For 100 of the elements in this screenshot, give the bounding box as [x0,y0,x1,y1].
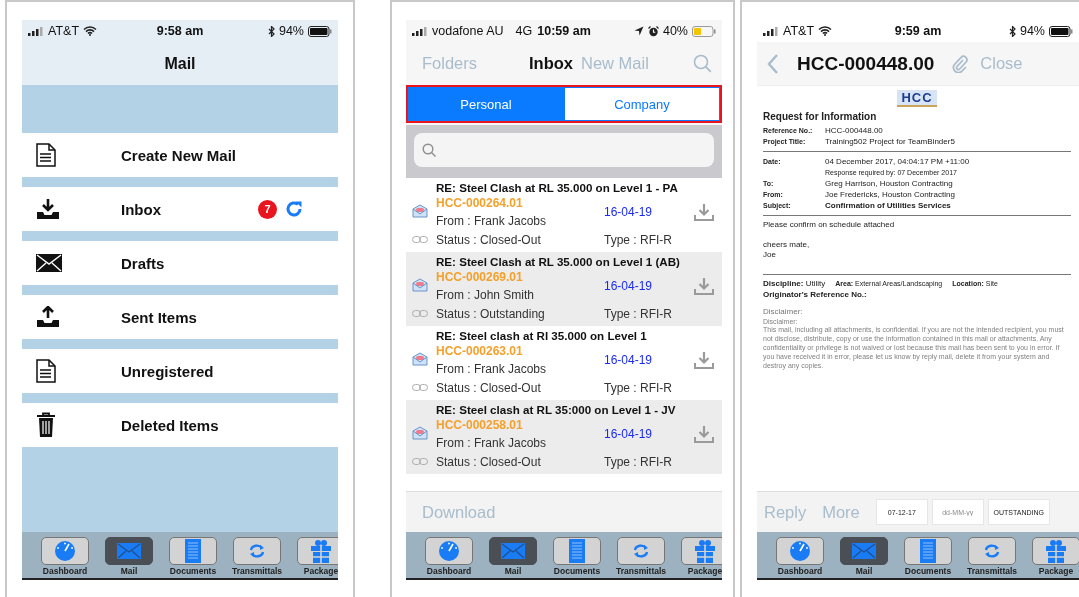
folder-item[interactable]: Deleted Items [22,403,338,447]
field-value: 04 December 2017, 04:04:17 PM +11:00 [825,156,970,167]
tab-button[interactable] [169,537,217,565]
status-text: Status : Closed-Out [436,454,542,469]
segment-tab[interactable]: Company [564,87,720,121]
tab-label: Mail [120,566,138,576]
message-subject: RE: Steel Clash at RL 35.000 on Level 1 (AB) [436,255,681,268]
clock-time: 9:58 am [156,24,204,38]
download-icon[interactable] [694,277,714,296]
message-subject: RE: Steel clash at Rl 35.000 on Level 1 [436,329,648,342]
tab-button[interactable] [617,537,665,565]
type-text: Type : RFI-R [604,306,673,321]
field-value: Confirmation of Utilities Services [825,200,951,211]
tab-button[interactable] [489,537,537,565]
tab-label: Documents [169,566,217,576]
company-logo: HCC [897,90,937,107]
tab-button[interactable] [425,537,473,565]
tab-button[interactable] [904,537,952,565]
sender-text: From : John Smith [436,288,536,303]
document-icon [569,539,585,563]
signal-icon [28,26,44,36]
message-date: 16-04-19 [604,427,654,442]
link-icon [412,310,428,317]
field-value: Training502 Project for TeamBinder5 [825,136,955,147]
tab-label: Dashboard [42,566,88,576]
open-envelope-icon [412,278,428,292]
message-date: 16-04-19 [604,279,654,294]
search-icon[interactable] [693,54,712,73]
folder-item[interactable]: Inbox 7 [22,187,338,231]
segment-tab[interactable]: Personal [408,87,564,121]
link-icon [412,384,428,391]
tab-label: Transmittals [615,566,667,576]
message-item[interactable]: RE: Steel Clash at RL 35.000 on Level 1 (AB) HCC-000269.01 16-04-19 From : John Smith Status : Outstanding Type : RFI-R [406,252,722,326]
clock-time: 10:59 am [537,24,591,38]
open-envelope-icon [412,426,428,440]
tab-label: Package [303,566,338,576]
folder-item[interactable]: Create New Mail [22,133,338,177]
tab-label: Dashboard [426,566,472,576]
tab-button[interactable] [968,537,1016,565]
back-chevron-icon[interactable] [767,53,779,74]
folder-name: Unregistered [121,362,214,380]
tab-button[interactable] [1032,537,1079,565]
carrier-name: AT&T [48,24,80,38]
download-icon[interactable] [694,351,714,370]
screen-title: Mail [164,54,196,73]
tab-button[interactable] [553,537,601,565]
disclaimer-heading: Disclaimer: [763,307,804,316]
tab-button[interactable] [681,537,722,565]
tab-button[interactable] [840,537,888,565]
paperclip-icon[interactable] [952,54,969,73]
folder-name: Inbox [121,200,161,218]
refresh-icon[interactable] [284,199,304,219]
tab-button[interactable] [41,537,89,565]
sender-text: From : Frank Jacobs [436,362,548,377]
tab-label: Mail [855,566,873,576]
screen-title: HCC-000448.00 [797,52,935,75]
folder-item[interactable]: Unregistered [22,349,338,393]
tab-label: Package [1038,566,1074,576]
signal-icon [763,26,779,36]
sender-text: From : Frank Jacobs [436,214,548,229]
carrier-name: vodafone AU [432,24,504,38]
message-date: 16-04-19 [604,205,654,220]
reference-number: HCC-000258.01 [436,418,524,433]
type-text: Type : RFI-R [604,232,673,247]
gift-icon [1045,539,1067,563]
refresh-arrows-icon [983,544,1001,558]
tab-button[interactable] [105,537,153,565]
document-heading: Request for Information [763,111,878,122]
search-field[interactable] [414,133,714,167]
link-icon [412,236,428,243]
tab-label: Dashboard [777,566,823,576]
tab-button[interactable] [297,537,338,565]
carrier-name: AT&T [783,24,815,38]
tab-label: Package [687,566,722,576]
field-value: HCC-000448.00 [825,125,883,136]
status-text: Status : Outstanding [436,306,546,321]
reference-number: HCC-000269.01 [436,270,524,285]
originator-reference-label: Originator's Reference No.: [763,290,868,299]
signal-icon [412,26,428,36]
download-icon[interactable] [694,425,714,444]
type-text: Type : RFI-R [604,380,673,395]
document-icon [36,143,56,167]
folder-item[interactable]: Drafts [22,241,338,285]
envelope-icon [36,254,62,272]
folder-item[interactable]: Sent Items [22,295,338,339]
gift-icon [310,539,332,563]
unread-count-badge: 7 [258,199,277,219]
folder-name: Drafts [121,254,165,272]
type-text: Type : RFI-R [604,454,673,469]
battery-percent: 40% [662,24,688,38]
tab-label: Mail [504,566,522,576]
download-icon[interactable] [694,203,714,222]
tab-button[interactable] [233,537,281,565]
gift-icon [694,539,716,563]
network-type: 4G [515,24,533,38]
tab-label: Transmittals [966,566,1018,576]
discipline-text: Discipline: Utility [763,279,826,288]
message-item[interactable]: RE: Steel clash at RL 35:000 on Level 1 - JV HCC-000258.01 16-04-19 From : Frank Jacobs Status : Closed-Out Type : RFI-R [406,400,722,474]
tab-button[interactable] [776,537,824,565]
status-text: Status : Closed-Out [436,380,542,395]
